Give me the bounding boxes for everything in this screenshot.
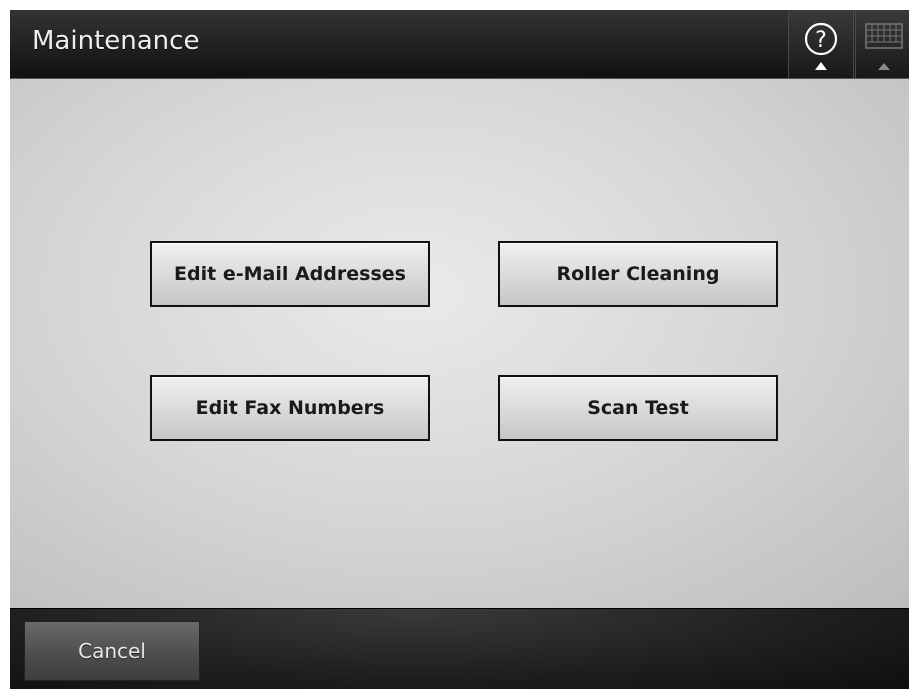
edit-email-addresses-button[interactable]: Edit e-Mail Addresses (150, 241, 430, 307)
help-icon: ? (804, 22, 838, 70)
help-button[interactable]: ? (788, 10, 854, 78)
edit-fax-numbers-button[interactable]: Edit Fax Numbers (150, 375, 430, 441)
content-area: Edit e-Mail Addresses Roller Cleaning Ed… (10, 78, 909, 609)
scan-test-button[interactable]: Scan Test (498, 375, 778, 441)
maintenance-screen: Maintenance ? Edit e-Mail Addresses Roll… (10, 10, 909, 689)
roller-cleaning-button[interactable]: Roller Cleaning (498, 241, 778, 307)
keyboard-button[interactable] (855, 10, 909, 78)
footer-bar: Cancel (10, 608, 909, 689)
keyboard-icon (865, 23, 903, 70)
svg-text:?: ? (815, 28, 827, 53)
title-bar: Maintenance ? (10, 10, 909, 79)
cancel-button[interactable]: Cancel (24, 621, 200, 681)
page-title: Maintenance (32, 26, 200, 56)
